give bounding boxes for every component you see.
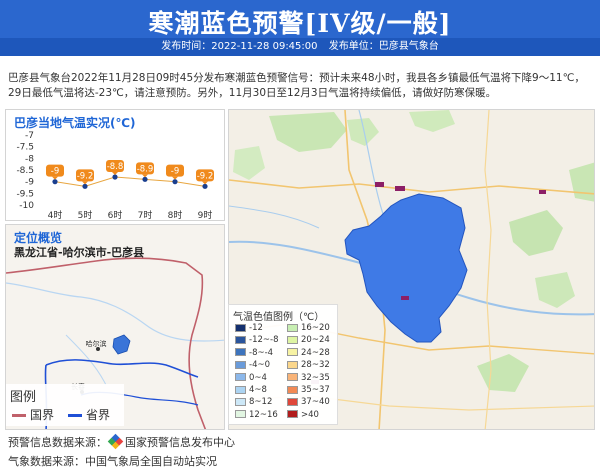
data-label: -9.2 xyxy=(197,171,214,181)
color-swatch xyxy=(235,385,246,394)
color-legend-item: >40 xyxy=(287,410,319,420)
color-swatch xyxy=(235,360,246,369)
data-label-pointer xyxy=(142,174,148,178)
boundary-legend-title: 图例 xyxy=(10,390,37,405)
temperature-panel: -7 -7.5 -8 -8.5 -9 -9.5 -10 -9 4时 -9.2 5时 -8.8 6时 -8.… xyxy=(5,109,225,221)
legend-item-province-border: 省界 xyxy=(68,406,110,423)
color-swatch xyxy=(287,410,298,419)
publish-time: 发布时间：2022-11-28 09:45:00 xyxy=(161,41,318,52)
data-label-pointer xyxy=(172,176,178,180)
color-swatch xyxy=(287,348,298,357)
warning-source-name[interactable]: 国家预警信息发布中心 xyxy=(125,436,235,449)
x-tick-label: 9时 xyxy=(198,209,213,221)
warning-title: 寒潮蓝色预警[IV级/一般] xyxy=(148,9,452,38)
y-tick-label: -10 xyxy=(19,201,34,211)
color-swatch xyxy=(235,373,246,382)
color-legend-item: 28~32 xyxy=(287,360,330,370)
x-tick-label: 5时 xyxy=(78,209,93,221)
temperature-point xyxy=(82,183,88,189)
color-swatch xyxy=(287,373,298,382)
data-label-pointer xyxy=(82,181,88,185)
color-swatch xyxy=(235,410,246,419)
color-legend-item: -4~0 xyxy=(235,360,270,370)
warning-banner: 寒潮蓝色预警[IV级/一般] 发布时间：2022-11-28 09:45:00 … xyxy=(0,0,600,56)
y-tick-label: -8 xyxy=(25,154,34,164)
location-path: 黑龙江省-哈尔滨市-巴彦县 xyxy=(14,246,145,259)
warning-source-label: 预警信息数据来源： xyxy=(8,436,107,449)
national-border-line-icon xyxy=(12,414,26,417)
color-swatch xyxy=(235,397,246,406)
data-label: -9.2 xyxy=(77,171,94,181)
y-tick-label: -7.5 xyxy=(16,143,34,153)
x-tick-label: 6时 xyxy=(108,209,123,221)
color-swatch xyxy=(235,323,246,332)
color-swatch xyxy=(235,348,246,357)
warning-description: 巴彦县气象台2022年11月28日09时45分发布寒潮蓝色预警信号：预计未来48… xyxy=(8,72,585,99)
data-label: -9 xyxy=(51,167,59,177)
color-legend-item: 20~24 xyxy=(287,335,330,345)
color-legend-item: 0~4 xyxy=(235,373,267,383)
color-legend-item: 12~16 xyxy=(235,410,278,420)
weather-source-name: 中国气象局全国自动站实况 xyxy=(85,455,217,468)
y-tick-label: -9 xyxy=(25,178,34,188)
boundary-legend: 图例 国界 省界 xyxy=(6,384,124,426)
temperature-point xyxy=(172,179,178,185)
color-swatch xyxy=(287,385,298,394)
data-label: -8.8 xyxy=(107,162,124,172)
warning-meta-bar: 发布时间：2022-11-28 09:45:00 发布单位：巴彦县气象台 xyxy=(0,38,600,56)
color-legend-item: -12~-8 xyxy=(235,335,278,345)
x-tick-label: 8时 xyxy=(168,209,183,221)
y-tick-label: -9.5 xyxy=(16,189,34,199)
legend-item-national-border: 国界 xyxy=(12,406,54,423)
color-swatch xyxy=(235,335,246,344)
data-label-pointer xyxy=(52,176,58,180)
y-tick-label: -7 xyxy=(25,131,34,141)
color-swatch xyxy=(287,397,298,406)
color-legend-item: 16~20 xyxy=(287,323,330,333)
x-tick-label: 4时 xyxy=(48,209,63,221)
temperature-panel-title: 巴彦当地气温实况(℃) xyxy=(14,116,136,130)
color-legend-item: 37~40 xyxy=(287,397,330,407)
data-label: -8.9 xyxy=(137,164,154,174)
color-swatch xyxy=(287,323,298,332)
color-legend-item: -8~-4 xyxy=(235,348,273,358)
warning-center-logo-icon xyxy=(107,433,124,450)
temperature-point xyxy=(142,176,148,182)
weather-source-label: 气象数据来源： xyxy=(8,455,85,468)
temperature-color-legend: 气温色值图例（℃） -12 16~20 -12~-8 20~24 -8~-4 24~28 -… xyxy=(228,304,338,425)
data-label-pointer xyxy=(202,181,208,185)
color-legend-item: 35~37 xyxy=(287,385,330,395)
color-swatch xyxy=(287,360,298,369)
temperature-point xyxy=(52,179,58,185)
color-legend-item: 8~12 xyxy=(235,397,272,407)
color-legend-item: 32~35 xyxy=(287,373,330,383)
color-legend-item: 24~28 xyxy=(287,348,330,358)
color-legend-item: 4~8 xyxy=(235,385,267,395)
x-tick-label: 7时 xyxy=(138,209,153,221)
publisher: 发布单位：巴彦县气象台 xyxy=(328,41,439,52)
temperature-point xyxy=(112,174,118,180)
color-swatch xyxy=(287,335,298,344)
y-tick-label: -8.5 xyxy=(16,166,34,176)
map-label-harbin: 哈尔滨 xyxy=(86,339,107,348)
data-label-pointer xyxy=(112,172,118,175)
color-legend-title: 气温色值图例（℃） xyxy=(233,312,325,323)
data-label: -9 xyxy=(171,167,179,177)
weather-source-line: 气象数据来源：中国气象局全国自动站实况 xyxy=(8,453,217,469)
province-border-line-icon xyxy=(68,414,82,417)
color-legend-item: -12 xyxy=(235,323,263,333)
temperature-point xyxy=(202,183,208,189)
warning-source-line: 预警信息数据来源： 国家预警信息发布中心 xyxy=(8,433,235,450)
